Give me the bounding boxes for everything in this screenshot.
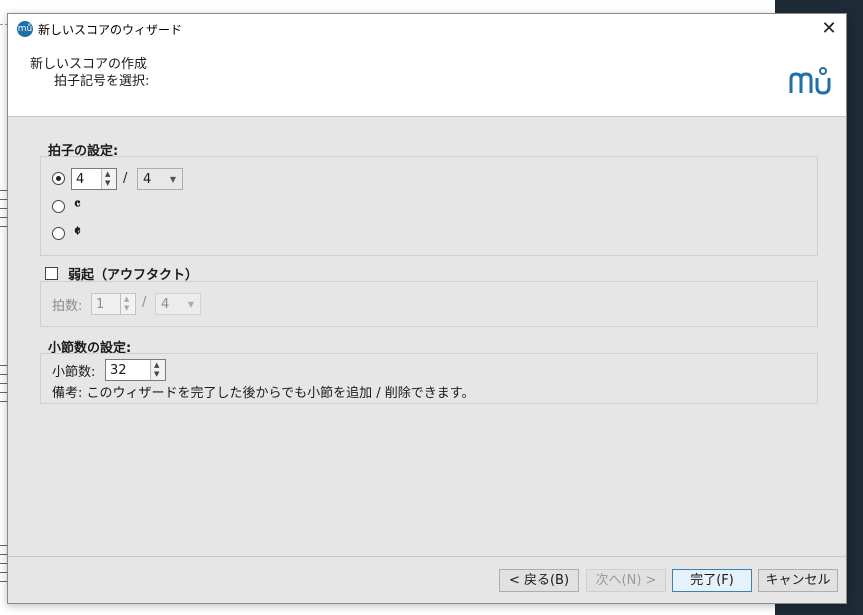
pickup-beats-label: 拍数: — [52, 299, 83, 314]
spin-arrows[interactable]: ▲ ▼ — [120, 294, 135, 314]
numerator-spinbox[interactable]: 4 ▲ ▼ — [71, 168, 117, 190]
chevron-down-icon: ▼ — [187, 300, 194, 309]
measure-count-label: 小節数: — [52, 365, 96, 380]
denominator-dropdown[interactable]: 4 ▼ — [137, 168, 183, 190]
new-score-wizard-dialog: mů 新しいスコアのウィザード ✕ 新しいスコアの作成 拍子記号を選択: 拍子の… — [7, 13, 847, 604]
back-button[interactable]: < 戻る(B) — [499, 569, 579, 592]
pickup-denominator-dropdown[interactable]: 4 ▼ — [155, 293, 201, 315]
pickup-beats-value: 1 — [96, 297, 105, 312]
pickup-denominator-value: 4 — [161, 297, 170, 312]
measures-note: 備考: このウィザードを完了した後からでも小節を追加 / 削除できます。 — [52, 386, 475, 401]
denominator-value: 4 — [143, 172, 152, 187]
numerator-value: 4 — [76, 172, 85, 187]
common-time-symbol: 𝄴 — [74, 195, 81, 213]
musescore-app-icon: mů — [17, 21, 33, 37]
musescore-logo-icon — [789, 67, 831, 95]
pickup-separator: / — [142, 295, 147, 310]
common-time-radio[interactable] — [52, 200, 65, 213]
window-title: 新しいスコアのウィザード — [38, 23, 183, 37]
wizard-subtitle: 拍子記号を選択: — [54, 74, 150, 89]
pickup-beats-spinbox[interactable]: 1 ▲ ▼ — [91, 293, 136, 315]
cancel-button[interactable]: キャンセル — [758, 569, 838, 592]
cut-time-symbol: 𝄵 — [74, 222, 81, 240]
spin-arrows[interactable]: ▲ ▼ — [101, 169, 116, 189]
cut-time-radio[interactable] — [52, 227, 65, 240]
spin-arrows[interactable]: ▲ ▼ — [150, 360, 165, 380]
numeric-time-radio[interactable] — [52, 172, 65, 185]
footer-separator — [8, 556, 846, 557]
close-button[interactable]: ✕ — [812, 14, 846, 44]
pickup-checkbox[interactable] — [45, 267, 58, 280]
title-bar: mů 新しいスコアのウィザード ✕ — [8, 14, 846, 44]
time-separator: / — [123, 171, 128, 186]
measure-count-spinbox[interactable]: 32 ▲ ▼ — [105, 359, 166, 381]
finish-button[interactable]: 完了(F) — [672, 569, 752, 592]
chevron-down-icon: ▼ — [169, 175, 176, 184]
wizard-header: 新しいスコアの作成 拍子記号を選択: — [8, 44, 846, 117]
measure-count-value: 32 — [110, 363, 127, 378]
next-button[interactable]: 次へ(N) > — [586, 569, 666, 592]
